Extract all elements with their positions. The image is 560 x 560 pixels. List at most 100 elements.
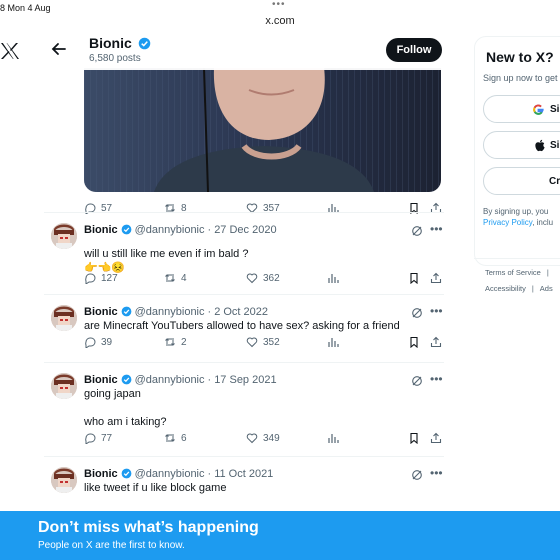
tweet-handle[interactable]: @dannybionic	[135, 468, 205, 480]
repost-icon	[165, 274, 175, 282]
tweet[interactable]: Bionic @dannybionic · 11 Oct 2021 ••• like tw…	[44, 456, 444, 494]
back-arrow-icon[interactable]	[50, 40, 68, 58]
avatar[interactable]	[51, 373, 77, 399]
tweet-handle[interactable]: @dannybionic	[135, 306, 205, 318]
ads-link[interactable]: Ads	[540, 284, 553, 293]
tweet-date-separator: ·	[207, 374, 212, 386]
avatar[interactable]	[51, 223, 77, 249]
tweet-handle[interactable]: @dannybionic	[135, 374, 205, 386]
tweet-header: Bionic @dannybionic · 27 Dec 2020	[84, 224, 277, 236]
terms-link[interactable]: Terms of Service	[485, 268, 541, 277]
grok-icon[interactable]	[411, 375, 423, 387]
tweet-author-name[interactable]: Bionic	[84, 306, 118, 318]
tweet-actions: 77 6 349	[84, 432, 444, 448]
profile-name: Bionic	[89, 35, 151, 51]
repost-icon	[165, 434, 175, 442]
tweet-media-image[interactable]	[84, 68, 441, 192]
tweet-header: Bionic @dannybionic · 2 Oct 2022	[84, 306, 268, 318]
like-icon	[246, 433, 258, 444]
signup-banner[interactable]: Don’t miss what’s happening People on X …	[0, 511, 560, 560]
views-button[interactable]	[327, 336, 339, 348]
tweet-text: like tweet if u like block game	[84, 482, 227, 494]
views-button[interactable]	[327, 272, 339, 284]
like-icon	[246, 273, 258, 284]
profile-header: Bionic 6,580 posts Follow	[40, 30, 450, 70]
reply-button[interactable]: 77	[84, 432, 112, 444]
repost-button[interactable]: 4	[164, 272, 187, 284]
avatar[interactable]	[51, 305, 77, 331]
post-count: 6,580 posts	[89, 53, 141, 64]
like-button[interactable]: 362	[246, 272, 280, 284]
banner-title: Don’t miss what’s happening	[38, 519, 259, 536]
views-icon	[328, 434, 339, 443]
tweet-date[interactable]: 17 Sep 2021	[214, 374, 276, 386]
views-button[interactable]	[327, 432, 339, 444]
signup-title: New to X?	[486, 49, 554, 65]
create-account-label: Cr	[549, 176, 560, 187]
tweet-author-name[interactable]: Bionic	[84, 468, 118, 480]
tweet-author-name[interactable]: Bionic	[84, 374, 118, 386]
repost-count: 6	[181, 432, 187, 444]
views-icon	[328, 274, 339, 283]
apple-icon	[535, 139, 545, 152]
share-button[interactable]	[430, 336, 442, 348]
grok-icon[interactable]	[411, 225, 423, 237]
repost-button[interactable]: 2	[164, 336, 187, 348]
share-button[interactable]	[430, 272, 442, 284]
footer-links-row-2: Accessibility | Ads	[485, 284, 553, 293]
grok-icon[interactable]	[411, 469, 423, 481]
share-icon	[430, 272, 442, 284]
tweet-date-separator: ·	[207, 224, 212, 236]
signup-subtitle: Sign up now to get	[483, 73, 558, 83]
tweet-header: Bionic @dannybionic · 17 Sep 2021	[84, 374, 277, 386]
tweet-actions: 127 4 362	[84, 272, 444, 288]
tweet-text: going japan who am i taking?	[84, 388, 167, 428]
create-account-button[interactable]: Cr	[483, 167, 560, 195]
follow-button[interactable]: Follow	[386, 38, 442, 62]
signup-legal-text: By signing up, you Privacy Policy, inclu	[483, 206, 560, 228]
views-icon	[328, 338, 339, 347]
like-button[interactable]: 349	[246, 432, 280, 444]
reply-button[interactable]: 39	[84, 336, 112, 348]
reply-button[interactable]: 127	[84, 272, 118, 284]
google-signup-button[interactable]: Si	[483, 95, 560, 123]
apple-signup-button[interactable]: Si	[483, 131, 560, 159]
tweet-date[interactable]: 27 Dec 2020	[214, 224, 276, 236]
repost-icon	[165, 338, 175, 346]
bookmark-button[interactable]	[408, 336, 420, 348]
banner-subtitle: People on X are the first to know.	[38, 540, 185, 551]
tweet-date[interactable]: 11 Oct 2021	[214, 468, 273, 480]
like-button[interactable]: 352	[246, 336, 280, 348]
tweet-date-separator: ·	[207, 306, 212, 318]
like-count: 362	[263, 272, 280, 284]
repost-button[interactable]: 6	[164, 432, 187, 444]
tweet-header: Bionic @dannybionic · 11 Oct 2021	[84, 468, 273, 480]
avatar[interactable]	[51, 467, 77, 493]
verified-icon	[121, 224, 131, 235]
like-count: 352	[263, 336, 280, 348]
google-icon	[533, 104, 544, 115]
more-icon[interactable]: •••	[430, 223, 443, 238]
footer-separator: |	[531, 284, 534, 293]
tweet-date[interactable]: 2 Oct 2022	[214, 306, 268, 318]
tweet-actions: 39 2 352	[84, 336, 444, 352]
bookmark-button[interactable]	[408, 272, 420, 284]
tweet-text: are Minecraft YouTubers allowed to have …	[84, 320, 400, 332]
accessibility-link[interactable]: Accessibility	[485, 284, 526, 293]
tweet-handle[interactable]: @dannybionic	[135, 224, 205, 236]
browser-menu-dots[interactable]: •••	[272, 0, 286, 10]
bookmark-button[interactable]	[408, 432, 420, 444]
share-button[interactable]	[430, 432, 442, 444]
privacy-policy-link[interactable]: Privacy Policy	[483, 218, 532, 227]
tweet-author-name[interactable]: Bionic	[84, 224, 118, 236]
tweet[interactable]: Bionic @dannybionic · 17 Sep 2021 ••• going j…	[44, 362, 444, 428]
reply-icon	[85, 273, 96, 284]
share-icon	[430, 432, 442, 444]
x-logo-icon[interactable]	[0, 40, 20, 62]
tweet[interactable]: Bionic @dannybionic · 27 Dec 2020 ••• will u …	[44, 212, 444, 274]
google-signup-label: Si	[550, 104, 560, 115]
tweet[interactable]: Bionic @dannybionic · 2 Oct 2022 ••• are Mine…	[44, 294, 444, 332]
bookmark-icon	[410, 272, 418, 284]
grok-icon[interactable]	[411, 307, 423, 319]
sidebar-divider	[474, 258, 560, 259]
